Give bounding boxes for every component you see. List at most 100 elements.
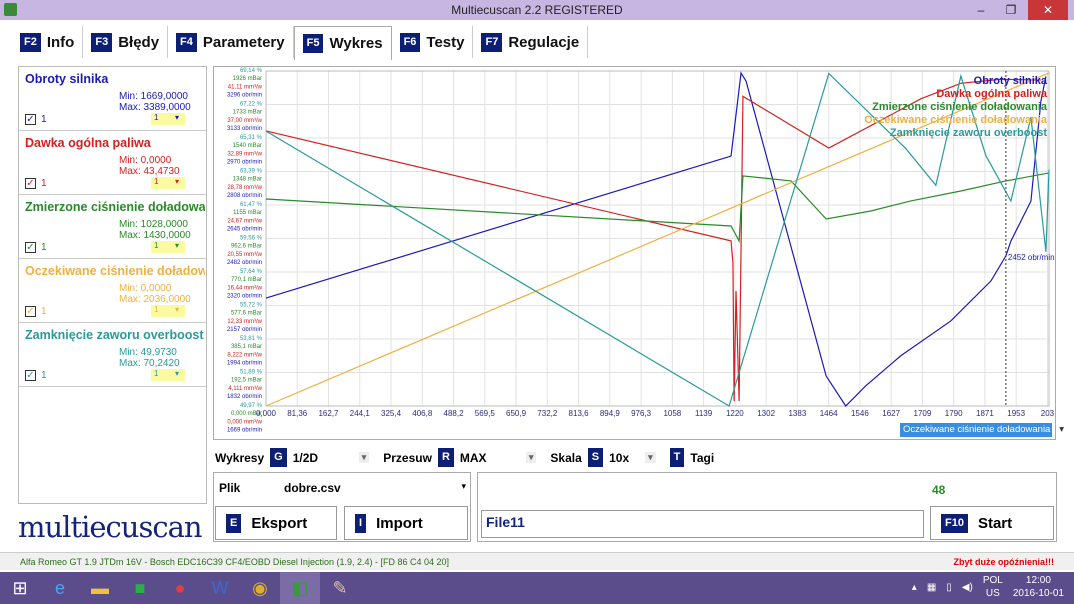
x-tick-label: 1546 — [851, 409, 869, 418]
signal-checkbox[interactable]: ✓ — [25, 306, 36, 317]
signal-max: Max: 2036,0000 — [119, 294, 191, 305]
y-tick-label: 1348 mBar — [233, 177, 262, 183]
y-tick-label: 1155 mBar — [233, 210, 262, 216]
file-explorer-icon[interactable]: ▬ — [80, 572, 120, 604]
signal-scale-select[interactable]: 1 — [151, 113, 185, 125]
y-tick-label: 0,000 mBar — [231, 411, 262, 417]
battery-icon[interactable]: ▯ — [946, 582, 952, 593]
legend-entry: Dawka ogólna paliwa — [936, 88, 1048, 100]
media-app-icon[interactable]: ● — [160, 572, 200, 604]
key-badge: S — [587, 448, 604, 467]
legend-entry: Zmierzone ciśnienie doładowania — [872, 101, 1048, 113]
cursor-value-label: 2452 obr/min — [1008, 253, 1055, 262]
title-bar: Multiecuscan 2.2 REGISTERED ‒ ❐ ✕ — [0, 0, 1074, 20]
chart-area[interactable]: 0,000 81,36 162,7 244,1 325,4 406,8 488,2 569,5… — [213, 66, 1056, 440]
lang-secondary: US — [985, 588, 1000, 599]
key-badge: F7 — [481, 32, 503, 52]
chrome-icon[interactable]: ◉ — [240, 572, 280, 604]
signal-item: Oczekiwane ciśnienie doładowai Min: 0,00… — [19, 259, 206, 323]
y-tick-label: 57,64 % — [240, 269, 263, 275]
tab-info[interactable]: F2 Info — [12, 26, 84, 58]
internet-explorer-icon[interactable]: e — [40, 572, 80, 604]
signal-scale-select[interactable]: 1 — [151, 369, 185, 381]
signal-scale-select[interactable]: 1 — [151, 241, 185, 253]
tab-testy[interactable]: F6 Testy — [392, 26, 474, 58]
y-tick-label: 24,67 mm³/w — [227, 218, 262, 224]
store-icon[interactable]: ■ — [120, 572, 160, 604]
file-select[interactable]: dobre.csv — [284, 481, 341, 495]
skala-select[interactable]: 10x — [609, 451, 639, 465]
x-tick-label: 244,1 — [350, 409, 371, 418]
start-label: Start — [977, 514, 1013, 532]
y-tick-label: 63,39 % — [240, 169, 263, 175]
signal-checkbox[interactable]: ✓ — [25, 178, 36, 189]
y-tick-label: 59,56 % — [240, 236, 263, 242]
chevron-down-icon[interactable]: ▾ — [175, 305, 179, 314]
chevron-down-icon[interactable]: ▾ — [461, 481, 466, 492]
axis-select-dropdown[interactable]: Oczekiwane ciśnienie doładowania ▾ — [900, 423, 1064, 437]
status-bar: Alfa Romeo GT 1.9 JTDm 16V - Bosch EDC16… — [0, 552, 1074, 570]
start-button[interactable]: F10 Start — [930, 506, 1054, 540]
signal-name: Dawka ogólna paliwa — [25, 136, 151, 150]
legend-entry: Oczekiwane ciśnienie doładowania — [864, 114, 1048, 126]
restore-button[interactable]: ❐ — [998, 0, 1024, 20]
tab-wykres[interactable]: F5 Wykres — [293, 26, 392, 60]
key-badge: F2 — [20, 32, 41, 52]
sample-count: 48 — [932, 483, 946, 497]
tab-regulacje[interactable]: F7 Regulacje — [473, 26, 589, 58]
tab-bledy[interactable]: F3 Błędy — [83, 26, 169, 58]
signal-checkbox[interactable]: ✓ — [25, 370, 36, 381]
chevron-down-icon[interactable]: ▾ — [358, 452, 370, 463]
app-icon — [4, 3, 17, 16]
y-tick-label: 1926 mBar — [233, 76, 262, 82]
export-button[interactable]: E Eksport — [215, 506, 337, 540]
multiecuscan-taskbar-icon[interactable]: ◧ — [280, 572, 320, 604]
x-tick-label: 813,6 — [569, 409, 590, 418]
y-tick-label: 8,222 mm³/w — [227, 352, 262, 358]
signal-min: Min: 0,0000 — [119, 283, 172, 294]
chevron-down-icon[interactable]: ▾ — [645, 452, 656, 463]
y-tick-label: 3133 obr/min — [227, 126, 262, 132]
y-tick-label: 3296 obr/min — [227, 93, 262, 99]
windows-start-icon[interactable]: ⊞ — [0, 572, 40, 604]
signal-scale-select[interactable]: 1 — [151, 305, 185, 317]
paint-icon[interactable]: ✎ — [320, 572, 360, 604]
chevron-down-icon[interactable]: ▾ — [175, 113, 179, 122]
word-icon[interactable]: W — [200, 572, 240, 604]
signal-min: Min: 1669,0000 — [119, 91, 188, 102]
chevron-down-icon[interactable]: ▾ — [175, 241, 179, 250]
close-button[interactable]: ✕ — [1028, 0, 1068, 20]
minimize-button[interactable]: ‒ — [968, 0, 994, 20]
signal-max: Max: 1430,0000 — [119, 230, 191, 241]
przesuw-select[interactable]: MAX — [460, 451, 520, 465]
signal-scale-select[interactable]: 1 — [151, 177, 185, 189]
wykresy-select[interactable]: 1/2D — [293, 451, 353, 465]
tab-label: Parametery — [202, 33, 285, 51]
signal-item: Zmierzone ciśnienie doładowani Min: 1028… — [19, 195, 206, 259]
chevron-down-icon[interactable]: ▾ — [175, 177, 179, 186]
chevron-down-icon[interactable]: ▾ — [525, 452, 537, 463]
filename-input[interactable]: File11 — [481, 510, 924, 538]
chevron-down-icon[interactable]: ▾ — [175, 369, 179, 378]
signal-scale-label: 1 — [41, 242, 47, 253]
tab-parametery[interactable]: F4 Parametery — [168, 26, 294, 58]
signal-item: Dawka ogólna paliwa Min: 0,0000 Max: 43,… — [19, 131, 206, 195]
network-icon[interactable]: ▦ — [927, 582, 936, 593]
key-badge: F4 — [176, 32, 197, 52]
clock[interactable]: 12:00 2016-10-01 — [1013, 574, 1064, 600]
date: 2016-10-01 — [1012, 588, 1064, 599]
signal-checkbox[interactable]: ✓ — [25, 242, 36, 253]
import-button[interactable]: I Import — [344, 506, 468, 540]
signal-list: Obroty silnika Min: 1669,0000 Max: 3389,… — [18, 66, 207, 504]
signal-name: Zmierzone ciśnienie doładowani — [25, 200, 205, 214]
x-tick-label: 1383 — [788, 409, 806, 418]
tagi-button[interactable]: Tagi — [690, 451, 714, 465]
tray-expand-icon[interactable]: ▴ — [912, 582, 917, 593]
file-label: Plik — [219, 481, 241, 495]
x-tick-label: 976,3 — [631, 409, 652, 418]
volume-icon[interactable]: ◀) — [962, 582, 973, 593]
language-indicator[interactable]: POL US — [983, 574, 1003, 600]
system-tray: ▴ ▦ ▯ ◀) POL US 12:00 2016-10-01 — [912, 574, 1064, 600]
y-tick-label: 28,78 mm³/w — [227, 185, 262, 191]
signal-checkbox[interactable]: ✓ — [25, 114, 36, 125]
